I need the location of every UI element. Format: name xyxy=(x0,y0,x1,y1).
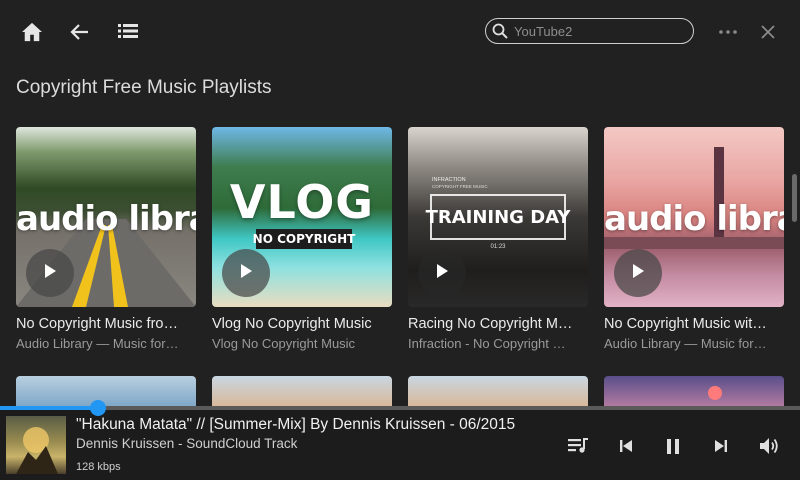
card-title[interactable]: No Copyright Music fro… xyxy=(16,316,196,332)
search-box[interactable] xyxy=(485,18,694,44)
play-icon xyxy=(43,263,57,284)
thumbnail-text: TRAINING DAY xyxy=(426,194,570,240)
section-title: Copyright Free Music Playlists xyxy=(16,77,272,98)
card-subtitle: Infraction - No Copyright … xyxy=(408,336,566,351)
card-title[interactable]: Vlog No Copyright Music xyxy=(212,316,392,332)
thumbnail-text: VLOG xyxy=(229,175,375,229)
play-button[interactable] xyxy=(26,249,74,297)
volume-icon[interactable] xyxy=(757,434,781,458)
previous-icon[interactable] xyxy=(614,434,638,458)
playlist-card[interactable]: audio library No Copyright Music fro… Au… xyxy=(16,127,196,351)
playlist-card-partial[interactable] xyxy=(408,376,588,406)
play-icon xyxy=(239,263,253,284)
thumbnail-text: audio library xyxy=(16,199,196,239)
search-icon xyxy=(486,19,514,43)
card-subtitle: Audio Library — Music for… xyxy=(16,336,179,351)
card-subtitle: Vlog No Copyright Music xyxy=(212,336,356,351)
back-arrow-icon[interactable] xyxy=(68,20,92,44)
next-icon[interactable] xyxy=(709,434,733,458)
playlist-card[interactable]: audio library No Copyright Music wit… Au… xyxy=(604,127,784,351)
playlist-card-partial[interactable] xyxy=(16,376,196,406)
playlist-thumbnail[interactable]: audio library xyxy=(604,127,784,307)
playlist-thumbnail[interactable]: audio library xyxy=(16,127,196,307)
scrollbar[interactable] xyxy=(792,174,797,222)
now-playing-title: "Hakuna Matata" // [Summer-Mix] By Denni… xyxy=(76,416,516,433)
progress-handle[interactable] xyxy=(89,400,106,416)
progress-bar[interactable] xyxy=(0,400,800,416)
home-icon[interactable] xyxy=(20,20,44,44)
play-button[interactable] xyxy=(222,249,270,297)
close-icon[interactable] xyxy=(756,20,780,44)
thumbnail-text: audio library xyxy=(604,199,784,239)
card-title[interactable]: Racing No Copyright M… xyxy=(408,316,588,332)
playlist-thumbnail[interactable]: INFRACTION COPYRIGHT FREE MUSIC TRAINING… xyxy=(408,127,588,307)
sun-graphic xyxy=(708,386,722,400)
album-art xyxy=(6,416,66,474)
play-icon xyxy=(631,263,645,284)
card-title[interactable]: No Copyright Music wit… xyxy=(604,316,784,332)
playlist-card-partial[interactable] xyxy=(604,376,784,406)
pause-icon[interactable] xyxy=(661,434,685,458)
player-bar: "Hakuna Matata" // [Summer-Mix] By Denni… xyxy=(0,400,800,480)
now-playing-artist: Dennis Kruissen - SoundCloud Track xyxy=(76,436,298,451)
playlist-card[interactable]: VLOG NO COPYRIGHT Vlog No Copyright Musi… xyxy=(212,127,392,351)
play-icon xyxy=(435,263,449,284)
bitrate-label: 128 kbps xyxy=(76,461,121,473)
card-subtitle: Audio Library — Music for… xyxy=(604,336,767,351)
thumbnail-badge: NO COPYRIGHT xyxy=(253,229,355,249)
play-button[interactable] xyxy=(614,249,662,297)
play-button[interactable] xyxy=(418,249,466,297)
search-input[interactable] xyxy=(514,23,674,39)
thumbnail-small-text: COPYRIGHT FREE MUSIC xyxy=(432,184,488,189)
more-icon[interactable] xyxy=(716,20,740,44)
album-art-graphic xyxy=(16,427,58,474)
queue-icon[interactable] xyxy=(566,434,590,458)
progress-fill xyxy=(0,406,98,410)
playlist-thumbnail[interactable]: VLOG NO COPYRIGHT xyxy=(212,127,392,307)
playlist-card-partial[interactable] xyxy=(212,376,392,406)
thumbnail-small-text: INFRACTION xyxy=(432,177,466,183)
list-icon[interactable] xyxy=(116,19,140,43)
playlist-card[interactable]: INFRACTION COPYRIGHT FREE MUSIC TRAINING… xyxy=(408,127,588,351)
top-bar xyxy=(0,0,800,64)
